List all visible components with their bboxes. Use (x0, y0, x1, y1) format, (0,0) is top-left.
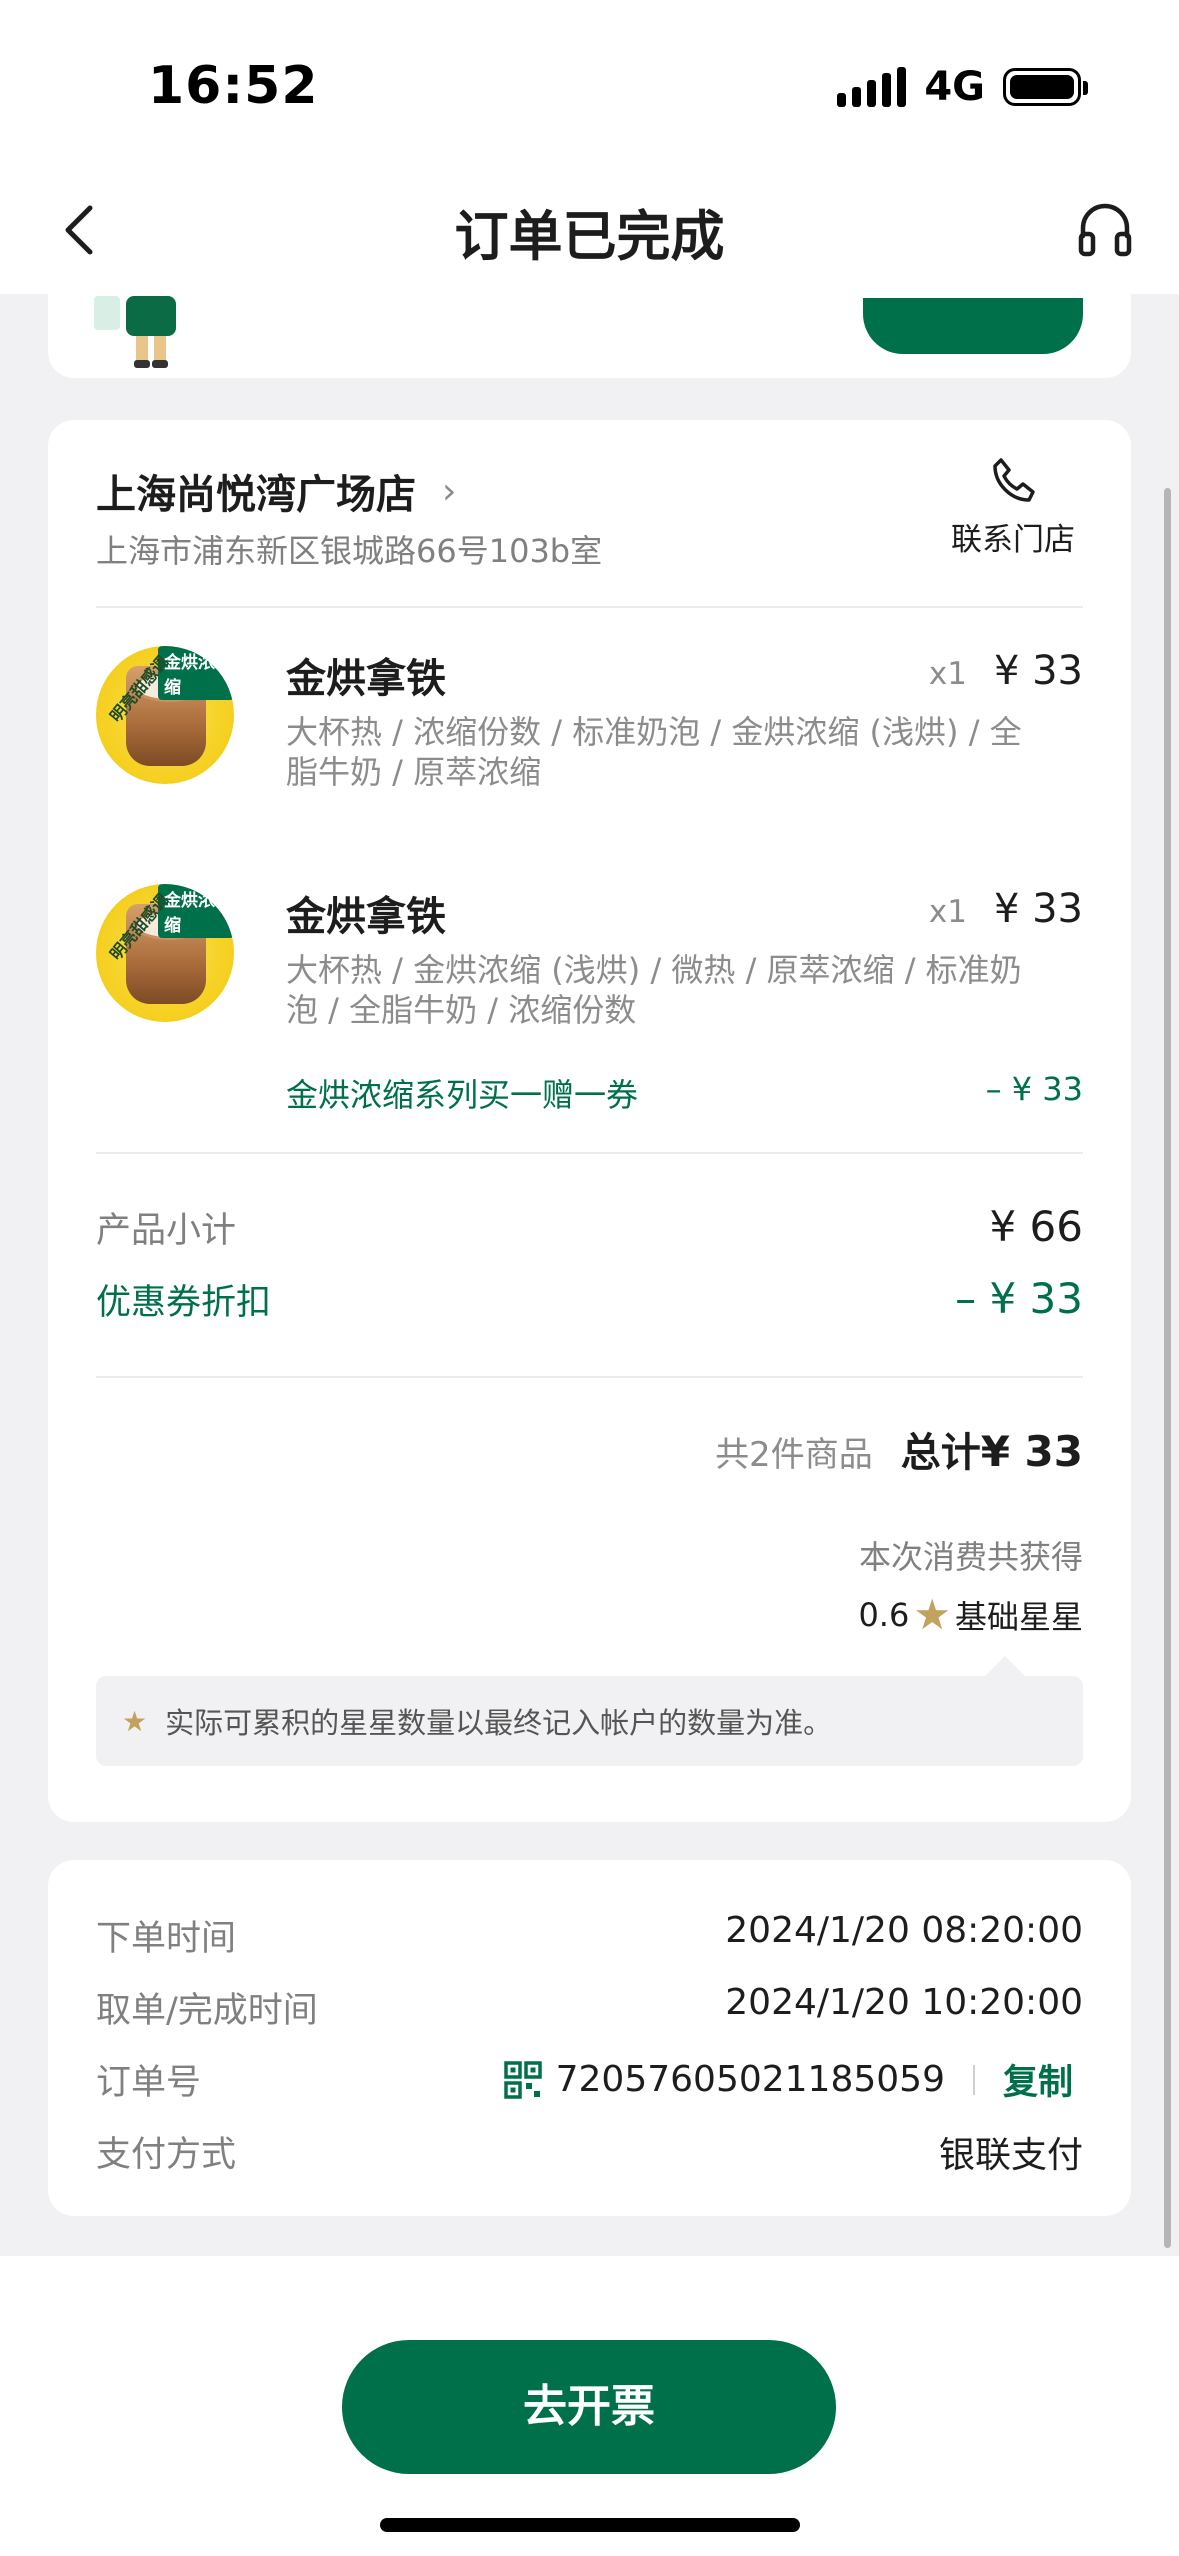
scrollbar[interactable] (1164, 488, 1171, 2248)
total-label: 总计 (900, 1430, 981, 1476)
discount-row: 优惠券折扣 – ¥ 33 (96, 1274, 1083, 1324)
order-time-value: 2024/1/20 08:20:00 (725, 1910, 1083, 1951)
product-price: ¥ 33 (993, 648, 1083, 694)
order-number-group: 72057605021185059 复制 (503, 2054, 1083, 2105)
pickup-time-row: 取单/完成时间 2024/1/20 10:20:00 (96, 1982, 1083, 2031)
chevron-right-icon: › (442, 470, 457, 512)
store-name: 上海尚悦湾广场店 (96, 472, 416, 518)
payment-method-row: 支付方式 银联支付 (96, 2126, 1083, 2176)
stars-earned-row: 0.6 ★ 基础星星 (858, 1592, 1083, 1638)
order-info-card: 下单时间 2024/1/20 08:20:00 取单/完成时间 2024/1/2… (48, 1860, 1131, 2216)
product-spec: 大杯热 / 金烘浓缩 (浅烘) / 微热 / 原萃浓缩 / 标准奶泡 / 全脂牛… (286, 951, 1022, 1029)
discount-label: 优惠券折扣 (96, 1283, 272, 1323)
product-quantity: x1 (928, 656, 967, 692)
order-status-card (48, 294, 1131, 378)
order-time-row: 下单时间 2024/1/20 08:20:00 (96, 1910, 1083, 1959)
bottom-action-bar: 去开票 (0, 2256, 1179, 2556)
cellular-signal-icon (837, 67, 907, 107)
payment-method-label: 支付方式 (96, 2135, 237, 2175)
battery-icon (1003, 68, 1088, 106)
divider (96, 1376, 1083, 1378)
product-image: 金烘浓缩 明亮甜感调 (96, 646, 234, 784)
star-icon: ★ (122, 1704, 148, 1738)
status-bar: 16:52 4G (0, 0, 1179, 170)
status-indicators: 4G (837, 62, 1088, 112)
home-indicator[interactable] (380, 2518, 800, 2532)
nav-bar: 订单已完成 (0, 170, 1179, 294)
product-image: 金烘浓缩 明亮甜感调 (96, 884, 234, 1022)
order-card: 上海尚悦湾广场店 › 上海市浦东新区银城路66号103b室 联系门店 金烘浓缩 … (48, 420, 1131, 1822)
page-title: 订单已完成 (454, 205, 725, 268)
status-action-button[interactable] (863, 298, 1083, 354)
coupon-name: 金烘浓缩系列买一赠一券 (286, 1076, 639, 1114)
subtotal-value: ¥ 66 (989, 1202, 1083, 1251)
order-time-label: 下单时间 (96, 1919, 237, 1959)
copy-order-number-button[interactable]: 复制 (1003, 2054, 1083, 2105)
store-name-link[interactable]: 上海尚悦湾广场店 › (96, 462, 456, 520)
stars-earned-label: 本次消费共获得 (858, 1538, 1083, 1576)
product-price: ¥ 33 (993, 886, 1083, 932)
stars-amount: 0.6 (858, 1596, 910, 1634)
stars-note: ★ 实际可累积的星星数量以最终记入帐户的数量为准。 (96, 1656, 1083, 1766)
stars-note-text: 实际可累积的星星数量以最终记入帐户的数量为准。 (165, 1706, 833, 1740)
pickup-time-label: 取单/完成时间 (96, 1991, 318, 2031)
customer-service-headset-icon[interactable] (1073, 198, 1137, 262)
star-icon: ★ (913, 1590, 951, 1639)
divider (96, 606, 1083, 608)
product-name: 金烘拿铁 (286, 894, 446, 940)
separator (972, 2064, 975, 2095)
product-item: 金烘浓缩 明亮甜感调 金烘拿铁 x1 ¥ 33 大杯热 / 浓缩份数 / 标准奶… (96, 646, 1083, 846)
mascot-illustration-icon (94, 296, 176, 368)
contact-store-label: 联系门店 (951, 522, 1075, 558)
invoice-button[interactable]: 去开票 (342, 2340, 836, 2474)
payment-method-value: 银联支付 (938, 2135, 1083, 2176)
order-number-value: 72057605021185059 (555, 2059, 945, 2100)
network-type: 4G (924, 64, 985, 110)
product-tag: 金烘浓缩 (158, 646, 234, 700)
product-quantity: x1 (928, 894, 967, 930)
discount-value: – ¥ 33 (955, 1274, 1083, 1323)
status-time: 16:52 (148, 56, 319, 116)
product-item: 金烘浓缩 明亮甜感调 金烘拿铁 x1 ¥ 33 大杯热 / 金烘浓缩 (浅烘) … (96, 884, 1083, 1124)
product-name: 金烘拿铁 (286, 656, 446, 702)
product-tag: 金烘浓缩 (158, 884, 234, 938)
contact-store-button[interactable]: 联系门店 (943, 454, 1083, 559)
store-address: 上海市浦东新区银城路66号103b室 (96, 532, 603, 570)
total-row: 共2件商品 总计¥ 33 (715, 1420, 1083, 1480)
pickup-time-value: 2024/1/20 10:20:00 (725, 1982, 1083, 2023)
order-number-label: 订单号 (96, 2063, 202, 2103)
qr-code-icon[interactable] (503, 2060, 542, 2099)
order-number-row: 订单号 72057605021185059 复制 (96, 2054, 1083, 2105)
order-detail-scroll[interactable]: 上海尚悦湾广场店 › 上海市浦东新区银城路66号103b室 联系门店 金烘浓缩 … (0, 294, 1179, 2256)
item-count: 共2件商品 (715, 1435, 873, 1475)
coupon-amount: – ¥ 33 (985, 1070, 1083, 1108)
total-value: ¥ 33 (980, 1427, 1083, 1476)
divider (96, 1152, 1083, 1154)
subtotal-row: 产品小计 ¥ 66 (96, 1202, 1083, 1252)
subtotal-label: 产品小计 (96, 1211, 237, 1251)
stars-type: 基础星星 (954, 1598, 1083, 1636)
phone-icon (993, 458, 1035, 502)
product-spec: 大杯热 / 浓缩份数 / 标准奶泡 / 金烘浓缩 (浅烘) / 全脂牛奶 / 原… (286, 713, 1022, 791)
